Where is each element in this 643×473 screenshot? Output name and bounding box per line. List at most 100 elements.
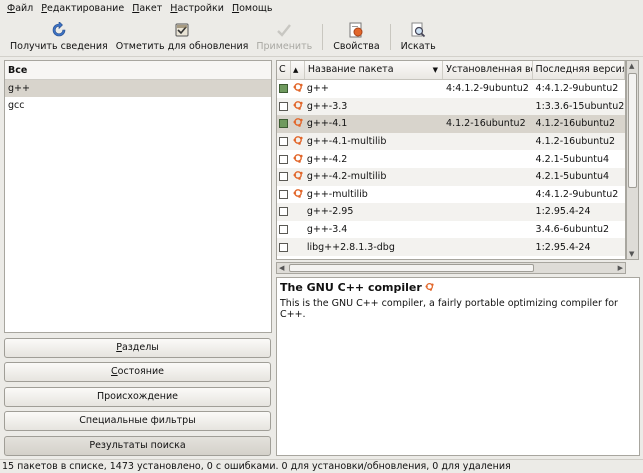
menu-item-label: акет: [139, 3, 163, 14]
properties-icon: [347, 21, 365, 39]
col-latest-header[interactable]: Последняя версия: [533, 61, 625, 79]
table-row[interactable]: g++-multilib 4:4.1.2-9ubuntu2: [277, 186, 625, 204]
package-table-hscrollbar[interactable]: ◀ ▶: [276, 262, 626, 274]
origin-button[interactable]: Происхождение: [4, 387, 271, 407]
search-button[interactable]: Искать: [397, 17, 440, 55]
status-button[interactable]: Состояние: [4, 362, 271, 382]
checkbox-box: [279, 172, 289, 182]
reload-label: Получить сведения: [10, 41, 108, 52]
filter-list: Все g++ gcc: [4, 60, 272, 333]
custom-filters-button-label: Специальные фильтры: [79, 415, 196, 426]
mark-checkbox[interactable]: [277, 84, 291, 94]
checkbox-box: [279, 119, 289, 129]
latest-version: 1:3.3.6-15ubuntu2: [535, 100, 625, 112]
support-cell: [291, 170, 305, 183]
filter-list-item[interactable]: gcc: [5, 97, 271, 114]
apply-button[interactable]: Применить: [252, 17, 316, 55]
checkbox-box: [279, 207, 289, 217]
table-row[interactable]: g++-4.2-multilib 4.2.1-5ubuntu4: [277, 167, 625, 186]
mark-upgrades-icon: [173, 21, 191, 39]
checkbox-box: [279, 84, 289, 94]
table-row[interactable]: g++-2.95 1:2.95.4-24: [277, 203, 625, 221]
ubuntu-support-icon: [293, 153, 303, 166]
support-cell: [291, 100, 305, 113]
properties-button[interactable]: Свойства: [329, 17, 383, 55]
ubuntu-support-icon: [293, 188, 303, 201]
mark-checkbox[interactable]: [277, 154, 291, 164]
package-name: g++-multilib: [306, 188, 368, 200]
menu-item[interactable]: Пакет: [128, 0, 166, 17]
table-row[interactable]: g++ 4:4.1.2-9ubuntu2 4:4.1.2-9ubuntu2: [277, 80, 625, 98]
package-description: The GNU C++ compiler This is the GNU C++…: [276, 277, 640, 456]
table-row[interactable]: g++-4.2 4.2.1-5ubuntu4: [277, 150, 625, 168]
hscroll-thumb[interactable]: [289, 264, 534, 272]
menu-item-label: айл: [15, 3, 34, 14]
mark-checkbox[interactable]: [277, 137, 291, 147]
mark-upgrades-button[interactable]: Отметить для обновления: [112, 17, 253, 55]
package-table: С ▲ Название пакета ▼ Установленная ве П…: [276, 60, 626, 260]
checkbox-box: [279, 154, 289, 164]
mark-checkbox[interactable]: [277, 189, 291, 199]
mark-checkbox[interactable]: [277, 225, 291, 235]
menu-item-mnemonic: Ф: [7, 3, 16, 14]
col-support-header[interactable]: ▲: [291, 61, 305, 79]
search-icon: [409, 21, 427, 39]
support-cell: [291, 188, 305, 201]
statusbar: 15 пакетов в списке, 1473 установлено, 0…: [0, 459, 643, 473]
latest-version: 4.2.1-5ubuntu4: [535, 153, 610, 165]
table-row[interactable]: g++-3.3 1:3.3.6-15ubuntu2: [277, 97, 625, 116]
apply-check-icon: [275, 21, 293, 39]
checkbox-box: [279, 137, 289, 147]
reload-button[interactable]: Получить сведения: [6, 17, 112, 55]
col-installed-header[interactable]: Установленная ве: [443, 61, 533, 79]
search-label: Искать: [400, 41, 436, 52]
mark-checkbox[interactable]: [277, 119, 291, 129]
scroll-right-icon[interactable]: ▶: [618, 264, 623, 272]
mark-checkbox[interactable]: [277, 101, 291, 111]
sections-button[interactable]: Разделы: [4, 338, 271, 358]
table-row[interactable]: g++-4.1 4.1.2-16ubuntu2 4.1.2-16ubuntu2: [277, 115, 625, 133]
scroll-down-icon[interactable]: ▼: [629, 250, 634, 258]
scroll-left-icon[interactable]: ◀: [279, 264, 284, 272]
filter-list-item[interactable]: g++: [5, 80, 271, 97]
support-cell: [291, 117, 305, 130]
table-row[interactable]: libg++2.8.1.3-dbg 1:2.95.4-24: [277, 238, 625, 256]
mark-checkbox[interactable]: [277, 207, 291, 217]
ubuntu-support-icon: [293, 135, 303, 148]
ubuntu-support-icon: [293, 117, 303, 130]
package-name: g++: [306, 83, 329, 95]
mark-checkbox[interactable]: [277, 172, 291, 182]
sort-arrow-icon: ▼: [432, 66, 439, 74]
table-row[interactable]: g++-4.1-multilib 4.1.2-16ubuntu2: [277, 132, 625, 151]
checkbox-box: [279, 242, 289, 252]
toolbar-separator: [322, 24, 324, 50]
checkbox-box: [279, 189, 289, 199]
menu-item[interactable]: Редактирование: [37, 0, 128, 17]
package-name: g++-3.4: [306, 224, 348, 236]
description-title: The GNU C++ compiler: [280, 281, 422, 294]
apply-label: Применить: [256, 41, 313, 52]
search-results-button[interactable]: Результаты поиска: [4, 436, 271, 456]
vscroll-thumb[interactable]: [628, 73, 637, 188]
menu-item[interactable]: Настройки: [166, 0, 228, 17]
checkbox-box: [279, 225, 289, 235]
ubuntu-support-icon: [293, 82, 303, 95]
menu-item-label: омощь: [239, 3, 273, 14]
latest-version: 1:2.95.4-24: [535, 206, 591, 218]
menu-item-label: астройки: [177, 3, 224, 14]
col-status-header[interactable]: С: [277, 61, 291, 79]
table-row[interactable]: g++-3.4 3.4.6-6ubuntu2: [277, 221, 625, 239]
properties-label: Свойства: [333, 41, 380, 52]
search-results-button-label: Результаты поиска: [89, 440, 186, 451]
mark-checkbox[interactable]: [277, 242, 291, 252]
support-cell: [291, 153, 305, 166]
package-table-vscrollbar[interactable]: ▲ ▼: [626, 60, 639, 260]
custom-filters-button[interactable]: Специальные фильтры: [4, 411, 271, 431]
support-cell: [291, 135, 305, 148]
menu-item[interactable]: Файл: [3, 0, 37, 17]
filter-list-header[interactable]: Все: [5, 61, 271, 80]
ubuntu-support-icon: [425, 281, 434, 294]
scroll-up-icon[interactable]: ▲: [629, 62, 634, 70]
col-name-header[interactable]: Название пакета ▼: [305, 61, 444, 79]
menu-item[interactable]: Помощь: [228, 0, 277, 17]
